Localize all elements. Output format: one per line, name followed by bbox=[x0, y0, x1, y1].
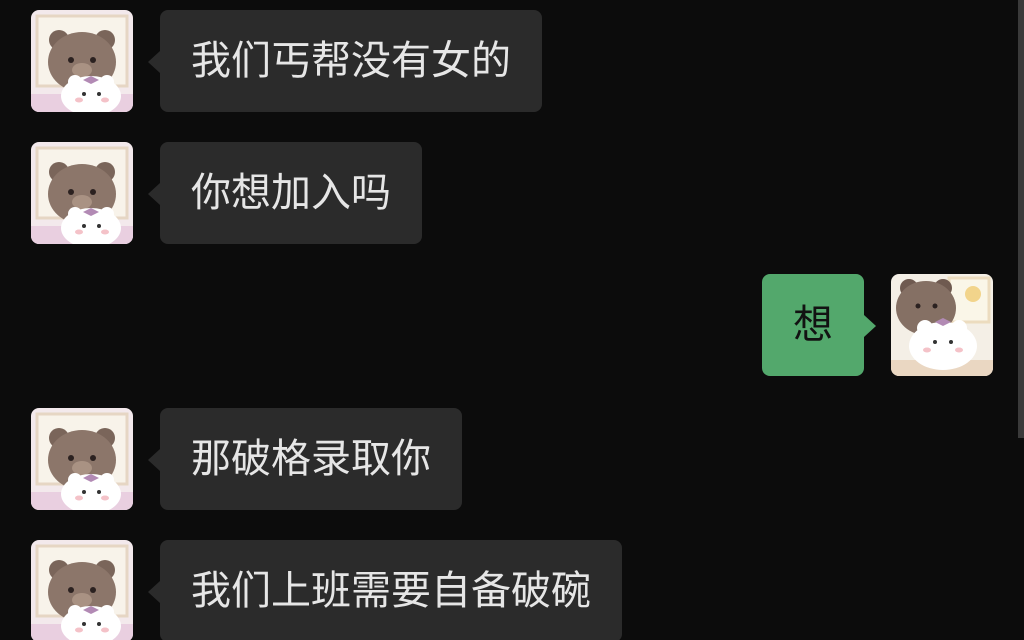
bear-cat-avatar-icon[interactable] bbox=[891, 274, 993, 376]
message-row: 那破格录取你 bbox=[31, 408, 731, 510]
message-row: 想 bbox=[593, 274, 993, 376]
message-row: 你想加入吗 bbox=[31, 142, 731, 244]
message-bubble[interactable]: 那破格录取你 bbox=[148, 408, 462, 510]
message-text: 你想加入吗 bbox=[191, 170, 391, 216]
bear-cat-avatar-icon[interactable] bbox=[31, 142, 133, 244]
message-bubble[interactable]: 你想加入吗 bbox=[148, 142, 422, 244]
bear-cat-avatar-icon[interactable] bbox=[31, 408, 133, 510]
bear-cat-avatar-icon[interactable] bbox=[31, 540, 133, 640]
message-bubble[interactable]: 我们上班需要自备破碗 bbox=[148, 540, 622, 640]
bear-cat-avatar-icon[interactable] bbox=[31, 10, 133, 112]
scrollbar[interactable] bbox=[1018, 0, 1024, 438]
message-bubble[interactable]: 我们丐帮没有女的 bbox=[148, 10, 542, 112]
message-bubble[interactable]: 想 bbox=[762, 274, 876, 376]
message-row: 我们丐帮没有女的 bbox=[31, 10, 731, 112]
message-text: 我们丐帮没有女的 bbox=[191, 38, 511, 84]
chat-window: 我们丐帮没有女的 你想加入吗 想 那破格录取你 我们上班需要自备破碗 bbox=[0, 0, 1024, 640]
message-text: 那破格录取你 bbox=[191, 436, 431, 482]
message-row: 我们上班需要自备破碗 bbox=[31, 540, 731, 640]
message-text: 我们上班需要自备破碗 bbox=[191, 568, 591, 614]
message-text: 想 bbox=[793, 302, 833, 348]
